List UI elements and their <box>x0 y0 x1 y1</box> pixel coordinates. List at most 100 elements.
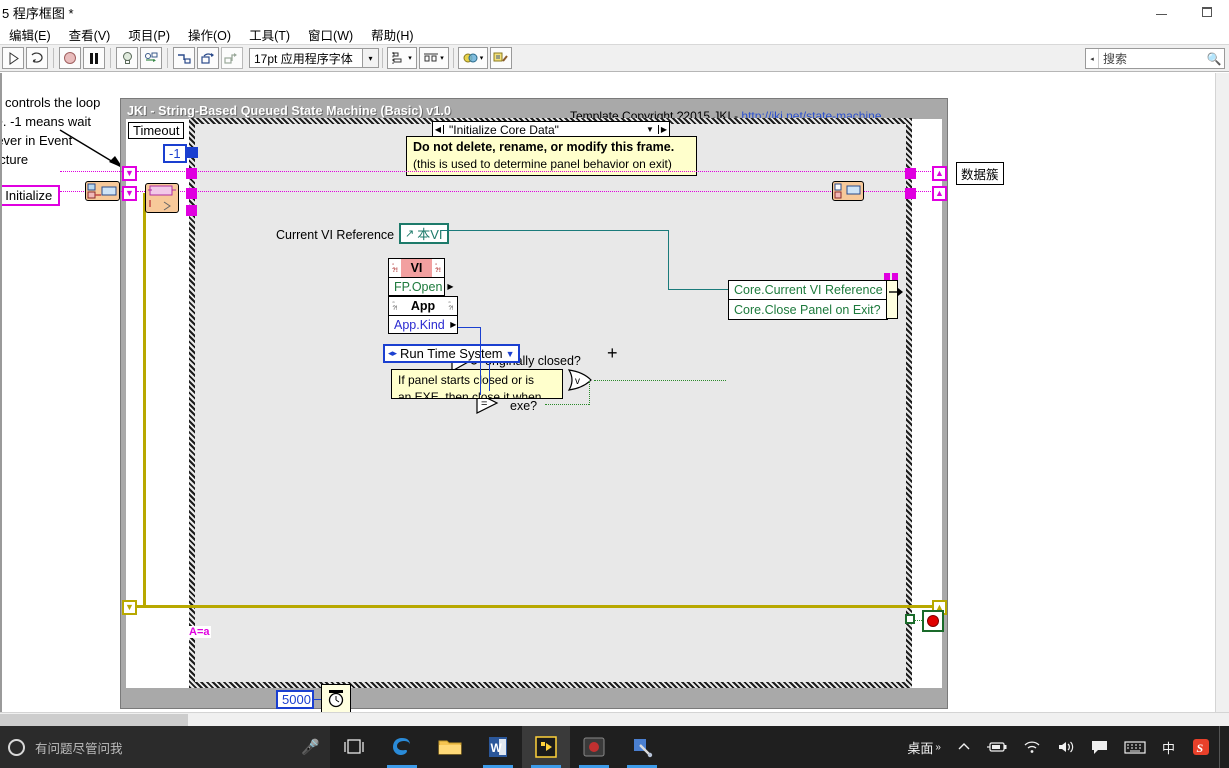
step-out-button[interactable] <box>221 47 243 69</box>
minimize-button[interactable] <box>1139 0 1184 24</box>
tray-action-center-button[interactable] <box>1083 726 1116 768</box>
menu-item-operate[interactable]: 操作(O) <box>179 23 240 46</box>
data-cluster-label[interactable]: 数据簇 <box>956 162 1004 185</box>
tray-chevron-button[interactable] <box>949 726 979 768</box>
subvi-state-queue-right[interactable] <box>832 181 864 201</box>
cleanup-diagram-button[interactable] <box>490 47 512 69</box>
tray-keyboard-button[interactable] <box>1116 726 1154 768</box>
event-prev-case-icon[interactable]: ◀ <box>433 125 444 134</box>
tray-desktop-label[interactable]: 桌面 » <box>899 726 949 768</box>
event-case-dropdown-icon[interactable]: ▼ <box>642 125 658 134</box>
taskbar-app-edge[interactable] <box>378 726 426 768</box>
step-into-icon <box>178 53 191 64</box>
show-desktop-button[interactable] <box>1219 726 1225 768</box>
subvi-dequeue[interactable] <box>145 183 179 213</box>
tray-ime-indicator[interactable]: 中 <box>1154 726 1183 768</box>
horizontal-scrollbar[interactable] <box>0 712 1229 726</box>
bundle-top-tunnel-b[interactable] <box>892 273 898 280</box>
retain-wire-values-button[interactable] <box>140 47 162 69</box>
task-view-button[interactable] <box>330 726 378 768</box>
tunnel-state-out-second[interactable] <box>905 188 916 199</box>
core-bundle-cluster-node[interactable]: Core.Current VI Reference Core.Close Pan… <box>728 280 888 320</box>
pause-button[interactable] <box>83 47 105 69</box>
menu-item-help[interactable]: 帮助(H) <box>362 23 422 46</box>
maximize-button[interactable] <box>1184 0 1229 24</box>
search-input[interactable]: 搜索 <box>1099 50 1204 67</box>
shift-register-left-top[interactable]: ▼ <box>122 166 137 181</box>
vi-property-node[interactable]: ▫?! VI ▫?! FP.Open ▶ <box>388 258 454 296</box>
bundle-top-tunnel-a[interactable] <box>884 273 890 280</box>
search-box[interactable]: ◂ 搜索 🔍 <box>1085 48 1225 69</box>
ring-left-arrows-icon[interactable]: ◂▸ <box>388 348 397 359</box>
wire-exe-to-or <box>545 404 589 405</box>
action-center-icon <box>1091 740 1107 754</box>
taskbar-app-file-explorer[interactable] <box>426 726 474 768</box>
wire-or-to-bundle <box>594 380 726 381</box>
timeout-tunnel[interactable] <box>187 147 198 158</box>
distribute-dropdown-caret[interactable]: ▾ <box>440 54 444 62</box>
tray-overflow-icon[interactable]: » <box>935 742 941 753</box>
highlight-execution-button[interactable] <box>116 47 138 69</box>
run-time-system-ring-constant[interactable]: ◂▸ Run Time System ▼ <box>383 344 520 363</box>
app-kind-property-row[interactable]: App.Kind ▶ <box>388 315 458 334</box>
tunnel-state-in-third[interactable] <box>186 205 197 216</box>
taskbar-app-snipping[interactable] <box>618 726 666 768</box>
initialize-state-constant[interactable]: : Initialize <box>0 185 60 206</box>
tray-wifi-button[interactable] <box>1015 726 1049 768</box>
tray-battery-button[interactable] <box>979 726 1015 768</box>
cortana-search[interactable]: 有问题尽管问我 🎤 <box>0 726 330 768</box>
this-vi-reference-constant[interactable]: ↗ 本VI <box>399 223 449 244</box>
wire-vi-ref-h1 <box>441 230 668 231</box>
sogou-icon: S <box>1193 739 1209 755</box>
wait-ms-node[interactable] <box>321 684 351 713</box>
tunnel-state-in-top[interactable] <box>186 168 197 179</box>
run-continuously-button[interactable] <box>26 47 48 69</box>
menu-item-tools[interactable]: 工具(T) <box>240 23 299 46</box>
run-button[interactable] <box>2 47 24 69</box>
ring-dropdown-icon[interactable]: ▼ <box>506 349 515 359</box>
search-caret-icon[interactable]: ◂ <box>1086 49 1099 68</box>
menu-item-project[interactable]: 项目(P) <box>119 23 179 46</box>
abort-execution-button[interactable] <box>59 47 81 69</box>
app-property-node[interactable]: ▫?! App ▫?! App.Kind ▶ <box>388 296 458 334</box>
menu-item-edit[interactable]: 编辑(E) <box>0 23 60 46</box>
toolbar-separator-5 <box>453 48 454 68</box>
vertical-scrollbar[interactable] <box>1215 73 1229 713</box>
event-structure[interactable] <box>189 118 912 688</box>
reorder-objects-button[interactable]: ▾ <box>458 47 488 69</box>
tray-sogou-button[interactable]: S <box>1183 726 1219 768</box>
horizontal-scrollbar-thumb[interactable] <box>0 714 188 726</box>
timeout-constant[interactable]: -1 <box>163 144 187 163</box>
stop-button-node[interactable] <box>922 610 944 632</box>
shift-register-right-top[interactable]: ▲ <box>932 166 947 181</box>
menu-item-window[interactable]: 窗口(W) <box>299 23 362 46</box>
subvi-state-queue-left[interactable] <box>85 181 120 201</box>
font-selector[interactable]: 17pt 应用程序字体 ▾ <box>249 48 379 68</box>
fp-open-property-row[interactable]: FP.Open ▶ <box>388 277 454 296</box>
distribute-objects-button[interactable]: ▾ <box>419 47 449 69</box>
align-dropdown-caret[interactable]: ▾ <box>408 54 412 62</box>
block-diagram-canvas[interactable]: is controls the loop te. -1 means wait r… <box>0 73 1229 713</box>
wait-constant[interactable]: 5000 <box>276 690 314 709</box>
wait-ms-clock-icon <box>328 690 344 708</box>
tunnel-state-in-second[interactable] <box>186 188 197 199</box>
shift-register-right-second[interactable]: ▲ <box>932 186 947 201</box>
microphone-icon[interactable]: 🎤 <box>301 738 330 756</box>
step-into-button[interactable] <box>173 47 195 69</box>
menu-item-view[interactable]: 查看(V) <box>60 23 120 46</box>
stop-terminal[interactable] <box>905 614 915 624</box>
shift-register-left-second[interactable]: ▼ <box>122 186 137 201</box>
shift-register-left-bottom[interactable]: ▼ <box>122 600 137 615</box>
step-over-button[interactable] <box>197 47 219 69</box>
taskbar-app-word[interactable]: W <box>474 726 522 768</box>
font-dropdown-caret[interactable]: ▾ <box>362 49 378 67</box>
reorder-dropdown-caret[interactable]: ▾ <box>480 54 484 62</box>
tunnel-state-out-top[interactable] <box>905 168 916 179</box>
event-next-case-icon[interactable]: ▶ <box>658 125 669 134</box>
align-objects-button[interactable]: ▾ <box>387 47 417 69</box>
taskbar-app-labview[interactable] <box>522 726 570 768</box>
taskbar-app-recorder[interactable] <box>570 726 618 768</box>
search-icon[interactable]: 🔍 <box>1204 52 1224 66</box>
or-primitive[interactable]: v <box>566 367 596 393</box>
tray-volume-button[interactable] <box>1049 726 1083 768</box>
